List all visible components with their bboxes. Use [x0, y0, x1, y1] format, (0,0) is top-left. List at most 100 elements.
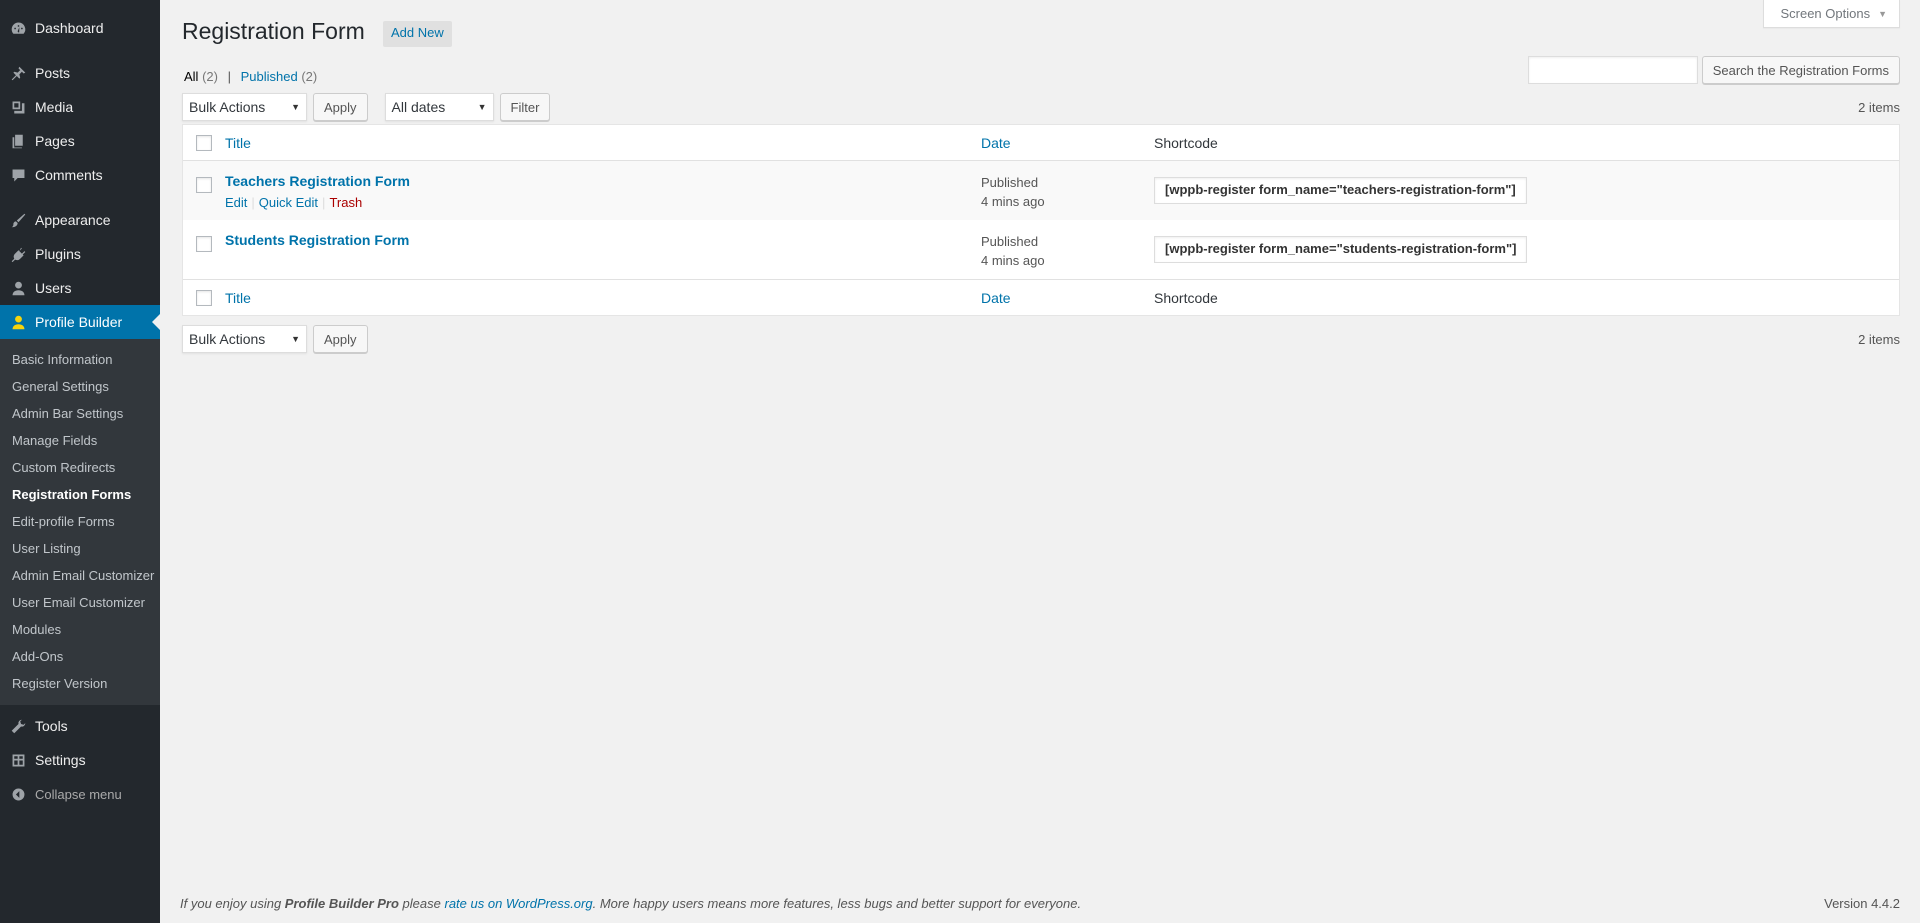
footer-text-after: . More happy users means more features, … — [592, 896, 1082, 911]
page-title: Registration Form — [182, 18, 365, 44]
menu-label: Posts — [35, 65, 71, 81]
row-time: 4 mins ago — [981, 194, 1045, 209]
date-column-header[interactable]: Date — [981, 135, 1011, 151]
view-all-count: (2) — [202, 69, 218, 84]
comment-icon — [8, 165, 28, 185]
submenu-registration-forms[interactable]: Registration Forms — [0, 481, 160, 508]
date-column-footer[interactable]: Date — [981, 290, 1011, 306]
collapse-menu-button[interactable]: Collapse menu — [0, 777, 160, 811]
submenu-admin-bar-settings[interactable]: Admin Bar Settings — [0, 400, 160, 427]
footer-version: Version 4.4.2 — [1824, 896, 1900, 911]
menu-label: Tools — [35, 718, 68, 734]
view-all-link[interactable]: All — [184, 69, 198, 84]
row-title-link[interactable]: Teachers Registration Form — [225, 173, 410, 189]
user-icon — [8, 278, 28, 298]
bulk-actions-select-bottom[interactable]: Bulk Actions ▼ — [182, 325, 307, 353]
menu-tools[interactable]: Tools — [0, 709, 160, 743]
admin-sidebar: Dashboard Posts Media Pages Comments App… — [0, 0, 160, 923]
title-column-header[interactable]: Title — [225, 135, 251, 151]
view-published-count: (2) — [301, 69, 318, 84]
submenu-manage-fields[interactable]: Manage Fields — [0, 427, 160, 454]
row-title-link[interactable]: Students Registration Form — [225, 232, 409, 248]
row-actions: Edit | Quick Edit | Trash — [225, 195, 363, 210]
submenu-user-email-customizer[interactable]: User Email Customizer — [0, 589, 160, 616]
select-arrow-icon: ▼ — [291, 334, 300, 344]
menu-users[interactable]: Users — [0, 271, 160, 305]
screen-options-label: Screen Options — [1780, 6, 1871, 21]
profile-builder-icon — [8, 312, 28, 332]
select-arrow-icon: ▼ — [291, 102, 300, 112]
menu-settings[interactable]: Settings — [0, 743, 160, 777]
row-checkbox[interactable] — [196, 177, 212, 193]
menu-pages[interactable]: Pages — [0, 124, 160, 158]
submenu-custom-redirects[interactable]: Custom Redirects — [0, 454, 160, 481]
quick-edit-link[interactable]: Quick Edit — [259, 195, 318, 210]
search-box: Search the Registration Forms — [1527, 56, 1900, 84]
pages-icon — [8, 131, 28, 151]
edit-link[interactable]: Edit — [225, 195, 247, 210]
select-arrow-icon: ▼ — [477, 102, 487, 112]
forms-table: Title Date Shortcode Teachers Registrati… — [182, 124, 1900, 316]
menu-profile-builder[interactable]: Profile Builder — [0, 305, 160, 339]
menu-media[interactable]: Media — [0, 90, 160, 124]
filter-button[interactable]: Filter — [499, 93, 551, 121]
submenu-edit-profile-forms[interactable]: Edit-profile Forms — [0, 508, 160, 535]
menu-dashboard[interactable]: Dashboard — [0, 11, 160, 45]
rate-us-link[interactable]: rate us on WordPress.org — [444, 896, 592, 911]
menu-label: Pages — [35, 133, 75, 149]
menu-label: Dashboard — [35, 20, 104, 36]
submenu-general-settings[interactable]: General Settings — [0, 373, 160, 400]
submenu-basic-information[interactable]: Basic Information — [0, 346, 160, 373]
menu-comments[interactable]: Comments — [0, 158, 160, 192]
add-new-button[interactable]: Add New — [383, 21, 452, 47]
title-column-footer[interactable]: Title — [225, 290, 251, 306]
main-content: Screen Options ▼ Registration Form Add N… — [160, 0, 1920, 923]
select-all-checkbox-bottom[interactable] — [196, 289, 212, 306]
bulk-actions-value: Bulk Actions — [189, 99, 266, 115]
menu-label: Plugins — [35, 246, 81, 262]
plugin-icon — [8, 244, 28, 264]
apply-button-bottom[interactable]: Apply — [313, 325, 368, 353]
tablenav-top: Bulk Actions ▼ Apply All dates ▼ Filter — [182, 93, 551, 121]
footer-thankyou: If you enjoy using Profile Builder Pro p… — [180, 896, 1081, 911]
row-checkbox[interactable] — [196, 236, 212, 252]
view-published-link[interactable]: Published — [241, 69, 298, 84]
bulk-actions-value: Bulk Actions — [189, 331, 266, 347]
footer-text-before: If you enjoy using — [180, 896, 285, 911]
submenu-modules[interactable]: Modules — [0, 616, 160, 643]
trash-link[interactable]: Trash — [329, 195, 362, 210]
submenu-admin-email-customizer[interactable]: Admin Email Customizer — [0, 562, 160, 589]
menu-label: Profile Builder — [35, 314, 123, 330]
screen-options-button[interactable]: Screen Options ▼ — [1763, 0, 1900, 28]
view-filters: All (2) | Published (2) — [184, 69, 317, 84]
shortcode-column-footer: Shortcode — [1154, 289, 1218, 306]
search-button[interactable]: Search the Registration Forms — [1701, 56, 1900, 84]
search-input[interactable] — [1527, 56, 1698, 84]
submenu-register-version[interactable]: Register Version — [0, 670, 160, 697]
shortcode-column-header: Shortcode — [1154, 134, 1218, 151]
shortcode-field[interactable]: [wppb-register form_name="students-regis… — [1154, 236, 1528, 263]
menu-label: Comments — [35, 167, 103, 183]
menu-plugins[interactable]: Plugins — [0, 237, 160, 271]
bulk-actions-select-top[interactable]: Bulk Actions ▼ — [182, 93, 307, 121]
paintbrush-icon — [8, 210, 28, 230]
menu-posts[interactable]: Posts — [0, 56, 160, 90]
menu-appearance[interactable]: Appearance — [0, 203, 160, 237]
shortcode-field[interactable]: [wppb-register form_name="teachers-regis… — [1154, 177, 1527, 204]
tablenav-bottom: Bulk Actions ▼ Apply — [182, 325, 368, 353]
menu-label: Appearance — [35, 212, 111, 228]
menu-label: Media — [35, 99, 74, 115]
select-all-checkbox[interactable] — [196, 134, 212, 151]
dates-select[interactable]: All dates ▼ — [384, 93, 494, 121]
apply-button-top[interactable]: Apply — [313, 93, 368, 121]
submenu-add-ons[interactable]: Add-Ons — [0, 643, 160, 670]
table-header: Title Date Shortcode — [183, 125, 1899, 161]
view-separator: | — [227, 69, 231, 84]
row-status: Published — [981, 234, 1039, 249]
submenu-user-listing[interactable]: User Listing — [0, 535, 160, 562]
media-icon — [8, 97, 28, 117]
footer-text-mid: please — [398, 896, 445, 911]
settings-icon — [8, 750, 28, 770]
row-time: 4 mins ago — [981, 253, 1045, 268]
footer-product: Profile Builder Pro — [284, 896, 399, 911]
